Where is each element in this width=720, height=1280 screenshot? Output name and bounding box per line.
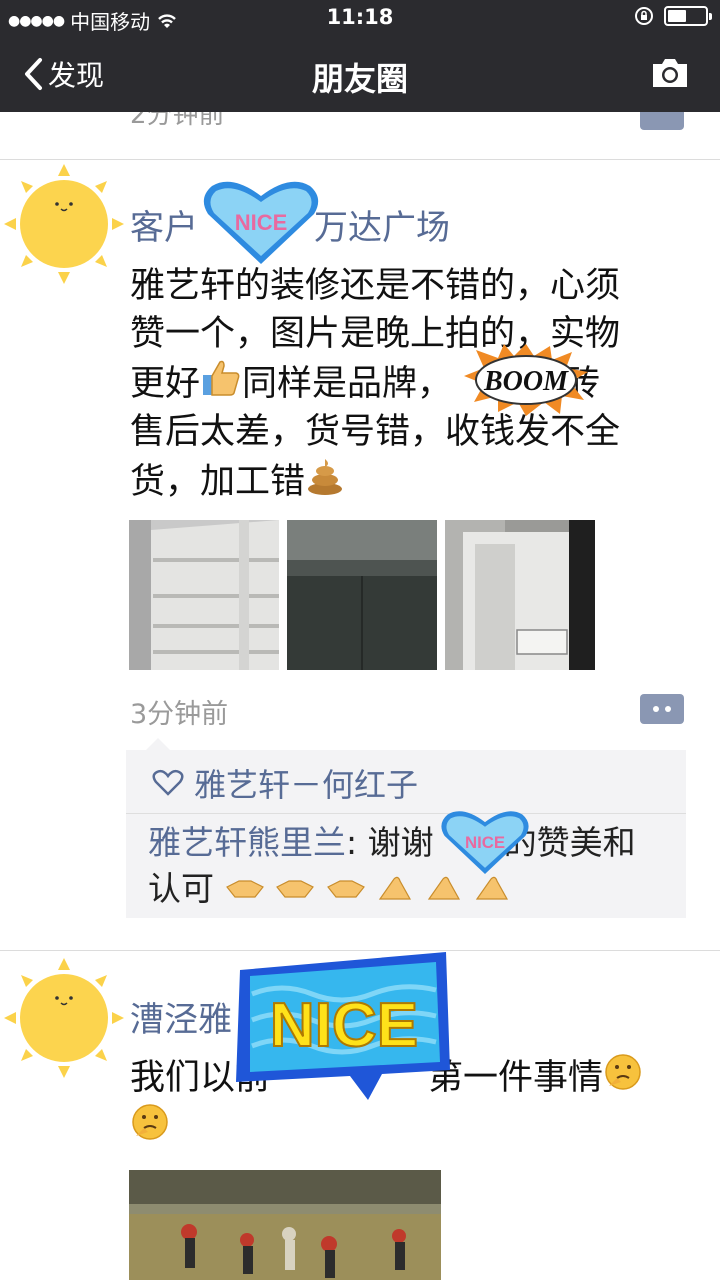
prev-post-time: 2分钟前 [130,112,225,130]
status-bar: ●●●●● 中国移动 11:18 [0,0,720,36]
post-divider [0,159,720,160]
comments-box: 雅艺轩－何红子 雅艺轩熊里兰: 谢谢 的赞美和 认可 [126,738,686,918]
status-right [634,6,712,26]
post-photo-2[interactable] [287,520,437,670]
rotation-lock-icon [635,7,653,25]
boom-sticker: BOOM [464,344,588,416]
post-more-button[interactable] [640,694,684,724]
nice-heart-sticker: NICE [203,181,319,264]
post-text: 雅艺轩的装修还是不错的，心须 赞一个，图片是晚上拍的，实物 更好 同样是品牌，瓷… [130,266,621,502]
ok-hand-icon [378,876,412,900]
camera-icon[interactable] [650,56,690,90]
nav-bar: 发现 朋友圈 [0,36,720,112]
nice-wave-sticker: NICE [236,952,450,1100]
battery-icon [664,6,712,26]
like-name[interactable]: 雅艺轩－何红子 [194,760,418,806]
nice-sticker-text: NICE [270,991,418,1060]
handshake-icon [326,880,365,898]
post-photo-field[interactable] [129,1170,441,1280]
post-photo-3[interactable] [445,520,595,670]
nice-sticker-text: NICE [235,210,288,235]
thinking-face-icon [132,1104,168,1140]
post-author-name[interactable]: 漕泾雅 [130,992,232,1041]
moments-feed[interactable]: 2分钟前 客户 万达广场 NICE 雅艺轩的装修还是不错的，心须 赞一个，图片是晚… [0,112,720,1280]
thinking-face-icon [605,1054,641,1090]
heart-outline-icon [152,769,184,796]
nice-heart-sticker: NICE [441,811,529,875]
sun-avatar[interactable] [4,958,124,1078]
handshake-icon [276,880,314,898]
handshake-icon [225,880,264,898]
prev-post-more-button[interactable] [640,112,684,130]
likes-row: 雅艺轩－何红子 [152,760,418,806]
page-title: 朋友圈 [311,60,408,98]
comment-item[interactable]: 雅艺轩熊里兰: 谢谢 的赞美和 认可 [148,820,678,912]
thumbs-up-icon [203,360,240,396]
nice-sticker-text: NICE [465,833,505,852]
poop-icon [308,459,343,495]
post-time: 3分钟前 [130,699,229,730]
sun-avatar[interactable] [4,164,124,284]
boom-sticker-text: BOOM [483,366,569,397]
post-photo-1[interactable] [129,520,279,670]
status-time: 11:18 [326,5,394,29]
comment-author[interactable]: 雅艺轩熊里兰 [148,823,346,862]
